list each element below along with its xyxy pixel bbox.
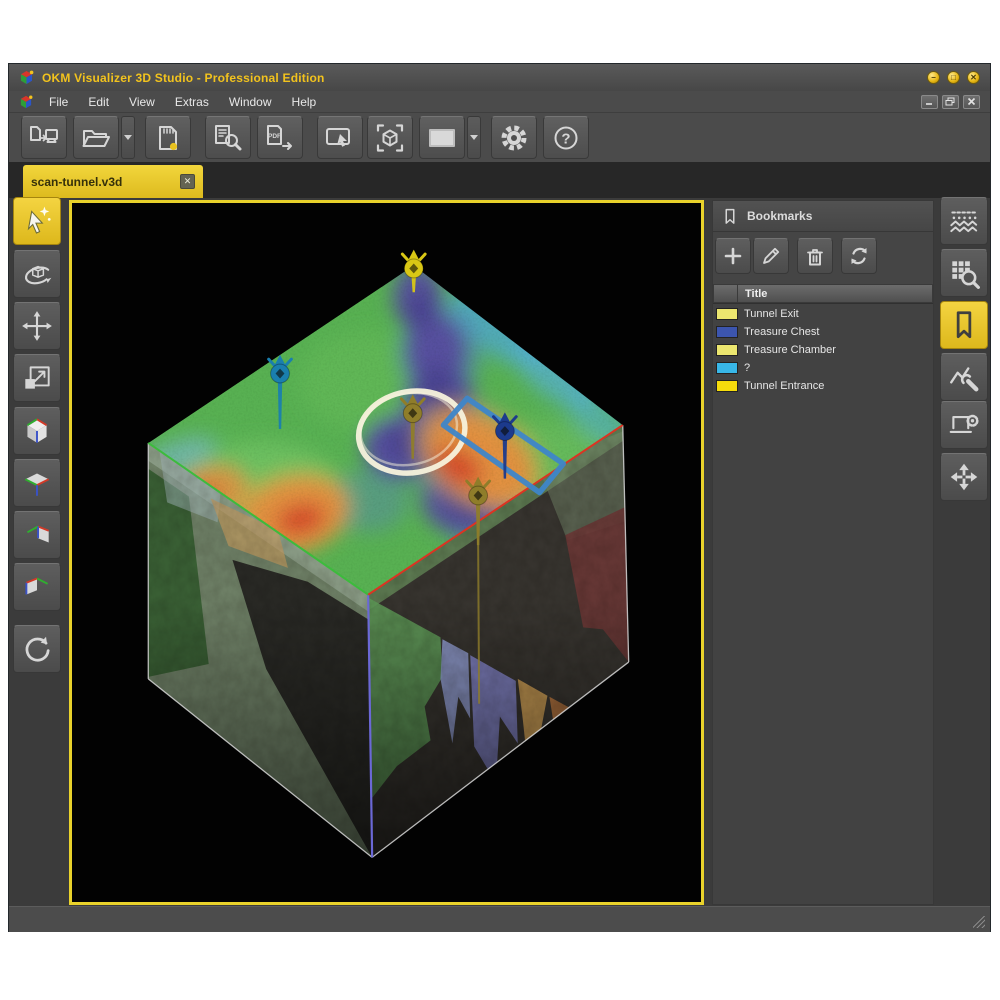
app-window: OKM Visualizer 3D Studio - Professional …	[8, 63, 991, 932]
scale-tool-button[interactable]	[13, 354, 61, 402]
rotate-tool-button[interactable]	[13, 250, 61, 298]
open-file-dropdown[interactable]	[121, 116, 135, 159]
status-bar	[9, 906, 990, 932]
bookmark-row[interactable]: ?	[713, 359, 933, 376]
bookmarks-title: Bookmarks	[747, 209, 812, 223]
bookmark-color-swatch	[716, 326, 738, 338]
close-button[interactable]: ✕	[967, 71, 980, 84]
bookmark-color-swatch	[716, 380, 738, 392]
title-column-header: Title	[738, 285, 932, 302]
minimize-button[interactable]: −	[927, 71, 940, 84]
reset-rotation-button[interactable]	[13, 625, 61, 673]
bookmarks-list: Tunnel Exit Treasure Chest Treasure Chambe…	[713, 303, 933, 904]
maximize-button[interactable]: □	[947, 71, 960, 84]
menu-edit[interactable]: Edit	[78, 93, 119, 111]
bookmark-title: Tunnel Entrance	[744, 380, 824, 392]
print-preview-button[interactable]	[205, 116, 251, 159]
tab-bar: scan-tunnel.v3d ✕	[9, 162, 990, 199]
device-settings-button[interactable]	[940, 401, 988, 449]
bookmark-color-swatch	[716, 362, 738, 374]
touch-input-button[interactable]	[317, 116, 363, 159]
color-column-header	[714, 285, 738, 302]
open-file-button[interactable]	[73, 116, 119, 159]
menu-extras[interactable]: Extras	[165, 93, 219, 111]
mdi-close-button[interactable]	[963, 95, 980, 109]
frame-3d-view-button[interactable]	[367, 116, 413, 159]
bookmark-title: Treasure Chest	[744, 326, 819, 338]
import-scan-button[interactable]	[21, 116, 67, 159]
app-logo-icon	[19, 95, 33, 109]
view-top-button[interactable]	[13, 459, 61, 507]
bookmark-row[interactable]: Treasure Chest	[713, 323, 933, 340]
bookmark-color-swatch	[716, 308, 738, 320]
help-button[interactable]: ?	[543, 116, 589, 159]
add-bookmark-button[interactable]	[715, 238, 751, 274]
background-color-button[interactable]	[419, 116, 465, 159]
tab-scan-tunnel[interactable]: scan-tunnel.v3d ✕	[23, 165, 203, 198]
panel-splitter[interactable]	[704, 200, 712, 905]
view-3d-button[interactable]	[13, 407, 61, 455]
view-front-button[interactable]	[13, 563, 61, 611]
bookmark-row[interactable]: Tunnel Entrance	[713, 377, 933, 394]
mdi-minimize-button[interactable]	[921, 95, 938, 109]
bookmark-title: Tunnel Exit	[744, 308, 799, 320]
title-bar: OKM Visualizer 3D Studio - Professional …	[9, 64, 990, 91]
menu-help[interactable]: Help	[282, 93, 327, 111]
bookmark-icon	[721, 206, 739, 226]
delete-bookmark-button[interactable]	[797, 238, 833, 274]
tab-close-icon[interactable]: ✕	[180, 174, 195, 189]
signal-tools-button[interactable]	[940, 353, 988, 401]
bookmarks-tab-button[interactable]	[940, 301, 988, 349]
svg-text:?: ?	[561, 130, 570, 147]
bookmarks-panel: Bookmarks Title Tunnel Exit Treasure Ches…	[712, 200, 934, 905]
bookmark-color-swatch	[716, 344, 738, 356]
tab-label: scan-tunnel.v3d	[31, 175, 122, 189]
edit-bookmark-button[interactable]	[753, 238, 789, 274]
menu-file[interactable]: File	[39, 93, 78, 111]
bookmark-title: ?	[744, 362, 750, 374]
main-toolbar: PDF ?	[9, 113, 990, 163]
select-tool-button[interactable]	[13, 197, 61, 245]
background-color-dropdown[interactable]	[467, 116, 481, 159]
window-title: OKM Visualizer 3D Studio - Professional …	[42, 71, 325, 85]
bookmarks-header: Bookmarks	[713, 201, 933, 232]
bookmarks-list-header[interactable]: Title	[713, 284, 933, 303]
content-area: Bookmarks Title Tunnel Exit Treasure Ches…	[9, 198, 990, 906]
menu-view[interactable]: View	[119, 93, 165, 111]
save-memory-card-button[interactable]	[145, 116, 191, 159]
export-pdf-button[interactable]: PDF	[257, 116, 303, 159]
search-grid-button[interactable]	[940, 249, 988, 297]
navigate-button[interactable]	[940, 453, 988, 501]
settings-button[interactable]	[491, 116, 537, 159]
bookmark-title: Treasure Chamber	[744, 344, 836, 356]
app-logo-icon	[19, 70, 34, 85]
refresh-bookmarks-button[interactable]	[841, 238, 877, 274]
move-tool-button[interactable]	[13, 302, 61, 350]
scan-3d-viewport[interactable]	[69, 200, 704, 905]
view-side-button[interactable]	[13, 511, 61, 559]
bookmarks-toolbar	[713, 238, 933, 278]
mdi-restore-button[interactable]	[942, 95, 959, 109]
scan-3d-scene[interactable]	[72, 203, 701, 902]
bookmark-row[interactable]: Tunnel Exit	[713, 305, 933, 322]
menu-bar: FileEditViewExtrasWindowHelp	[9, 91, 990, 113]
bookmark-row[interactable]: Treasure Chamber	[713, 341, 933, 358]
resize-grip[interactable]	[973, 916, 985, 928]
svg-text:PDF: PDF	[268, 133, 281, 140]
ground-layers-button[interactable]	[940, 197, 988, 245]
menu-window[interactable]: Window	[219, 93, 282, 111]
